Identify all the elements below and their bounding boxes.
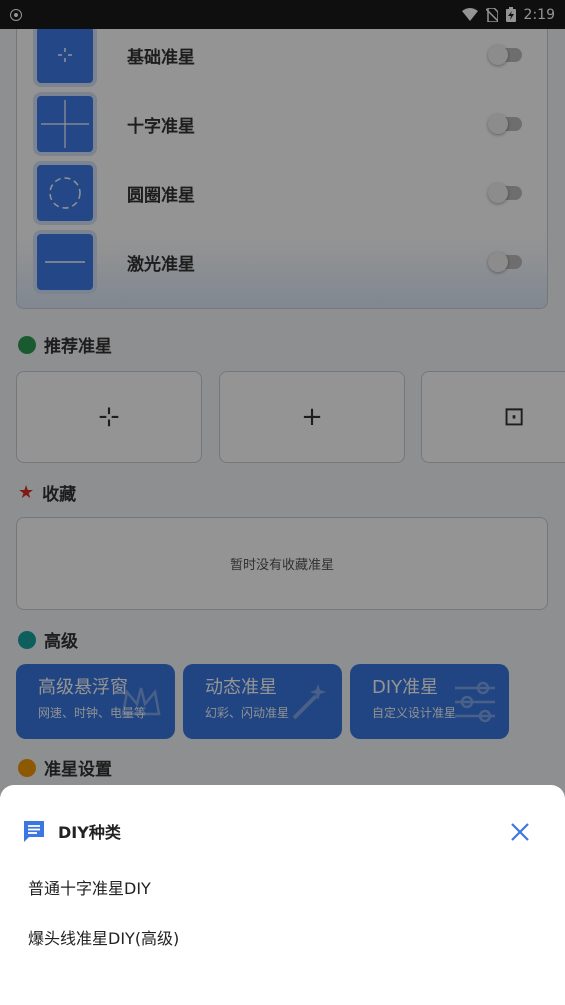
diy-type-bottom-sheet: DIY种类 普通十字准星DIY 爆头线准星DIY(高级): [0, 785, 565, 1005]
sheet-header: DIY种类: [22, 819, 121, 843]
diy-option-headshot-line[interactable]: 爆头线准星DIY(高级): [28, 925, 179, 949]
sheet-title: DIY种类: [58, 823, 121, 842]
message-icon: [24, 821, 44, 842]
diy-option-normal-cross[interactable]: 普通十字准星DIY: [28, 875, 151, 899]
close-icon[interactable]: [509, 821, 531, 843]
